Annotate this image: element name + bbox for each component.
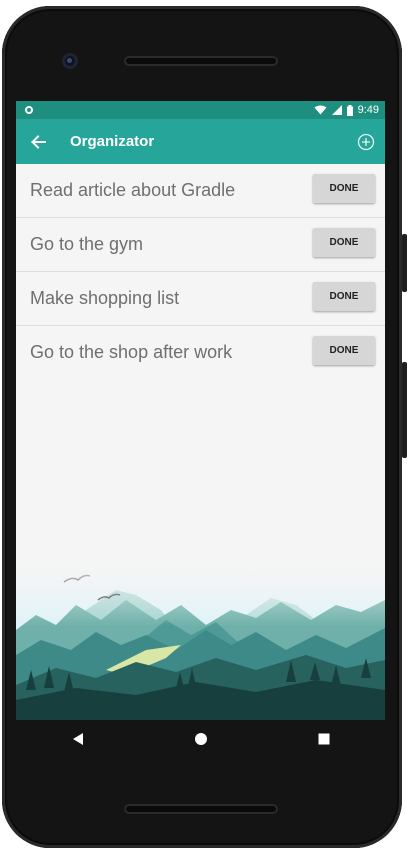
task-list: Read article about Gradle DONE Go to the… [16,164,385,380]
system-nav-bar [16,720,385,758]
mountain-landscape-illustration [16,550,385,720]
app-bar: Organizator [16,119,385,164]
done-button[interactable]: DONE [313,336,375,365]
done-button[interactable]: DONE [313,174,375,203]
nav-home-button[interactable] [181,720,221,758]
done-button[interactable]: DONE [313,228,375,257]
home-circle-icon [194,733,207,745]
app-screen: 9:49 Organizator Read article about Grad… [16,101,385,720]
task-label: Go to the shop after work [30,342,233,362]
wifi-icon [314,105,327,115]
power-button [402,234,407,292]
back-button[interactable] [18,119,58,164]
signal-icon [331,105,342,115]
page-title: Organizator [70,133,155,150]
task-row: Go to the shop after work DONE [16,326,385,380]
nav-recents-button[interactable] [304,720,344,758]
done-button[interactable]: DONE [313,282,375,311]
task-label: Read article about Gradle [30,180,236,200]
nav-back-button[interactable] [58,720,98,758]
bottom-speaker [124,804,278,814]
back-triangle-icon [72,733,83,745]
add-task-button[interactable] [355,131,377,153]
front-camera [62,53,78,69]
add-circle-icon [357,133,375,151]
notification-icon [25,106,33,114]
task-label: Go to the gym [30,234,144,254]
status-bar: 9:49 [16,101,385,119]
task-row: Go to the gym DONE [16,218,385,272]
task-row: Make shopping list DONE [16,272,385,326]
top-speaker [124,56,278,66]
task-row: Read article about Gradle DONE [16,164,385,218]
battery-icon [346,104,353,116]
arrow-left-icon [31,134,46,149]
volume-button [402,362,407,458]
status-time: 9:49 [357,104,379,116]
task-label: Make shopping list [30,288,180,308]
recents-square-icon [318,733,329,745]
